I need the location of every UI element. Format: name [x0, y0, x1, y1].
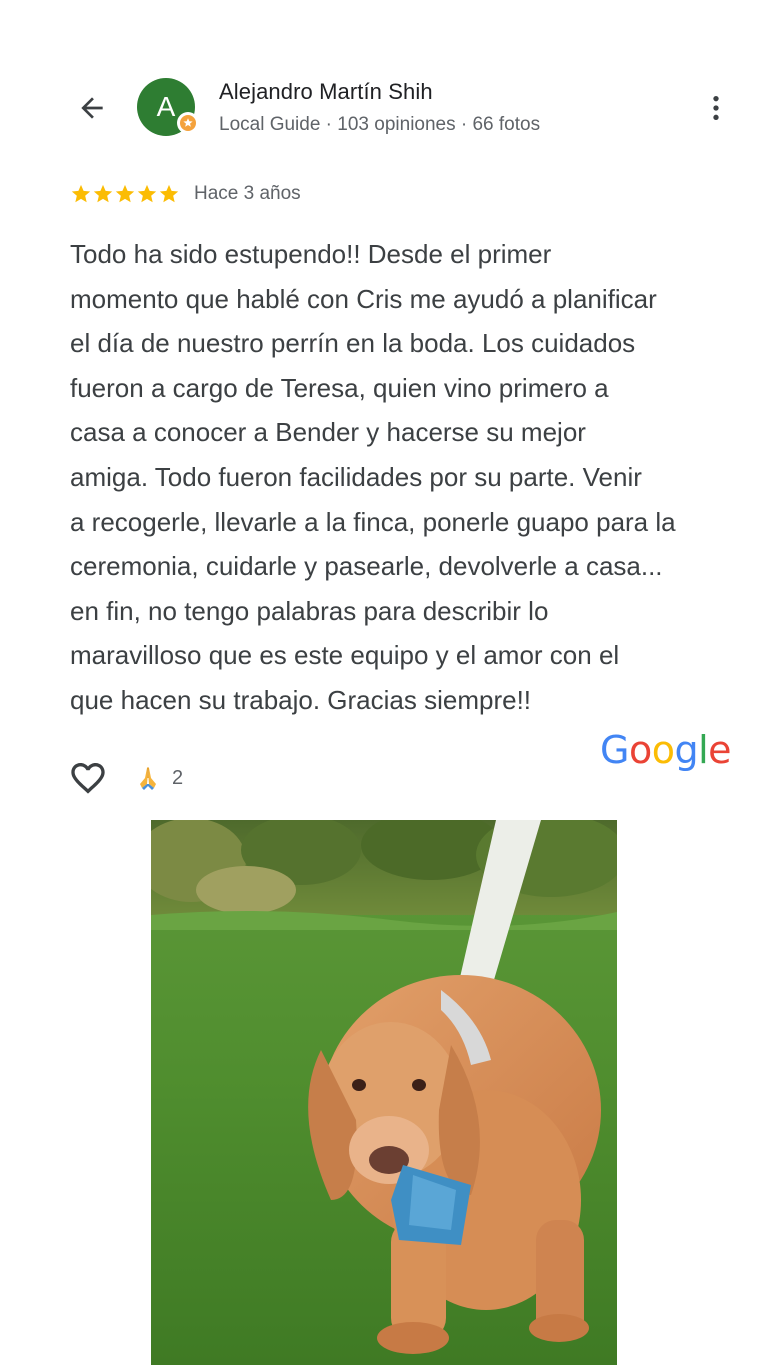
- google-logo-letter: o: [651, 728, 675, 772]
- avatar[interactable]: A: [137, 78, 199, 136]
- back-button[interactable]: [72, 88, 112, 128]
- like-button[interactable]: [66, 756, 110, 800]
- google-logo-letter: e: [708, 728, 732, 772]
- more-options-button[interactable]: [696, 88, 736, 128]
- google-logo-letter: G: [600, 728, 629, 772]
- reactions-summary[interactable]: 2: [134, 762, 183, 794]
- arrow-back-icon: [81, 97, 103, 119]
- reviewer-meta: Local Guide · 103 opiniones · 66 fotos: [219, 114, 541, 135]
- google-logo-letter: g: [674, 728, 699, 772]
- star-icon: [159, 184, 179, 203]
- google-logo: Google: [600, 728, 732, 772]
- more-vert-icon: [713, 96, 719, 120]
- star-icon: [115, 184, 135, 203]
- google-logo-letter: l: [698, 728, 709, 772]
- rating-row: Hace 3 años: [70, 180, 301, 208]
- star-icon: [71, 184, 91, 203]
- star-rating: [70, 183, 180, 205]
- review-photo[interactable]: [151, 820, 617, 1365]
- reaction-count: 2: [172, 766, 184, 789]
- avatar-letter: A: [156, 91, 176, 122]
- review-text: Todo ha sido estupendo!! Desde el primer…: [70, 239, 676, 715]
- star-icon: [93, 184, 113, 203]
- google-logo-letter: o: [628, 728, 652, 772]
- folded-hands-icon: [140, 767, 156, 790]
- local-guide-badge-icon: [177, 112, 199, 134]
- reviewer-name[interactable]: Alejandro Martín Shih: [219, 79, 433, 105]
- heart-outline-icon: [71, 763, 105, 794]
- review-time: Hace 3 años: [194, 183, 301, 204]
- star-icon: [137, 184, 157, 203]
